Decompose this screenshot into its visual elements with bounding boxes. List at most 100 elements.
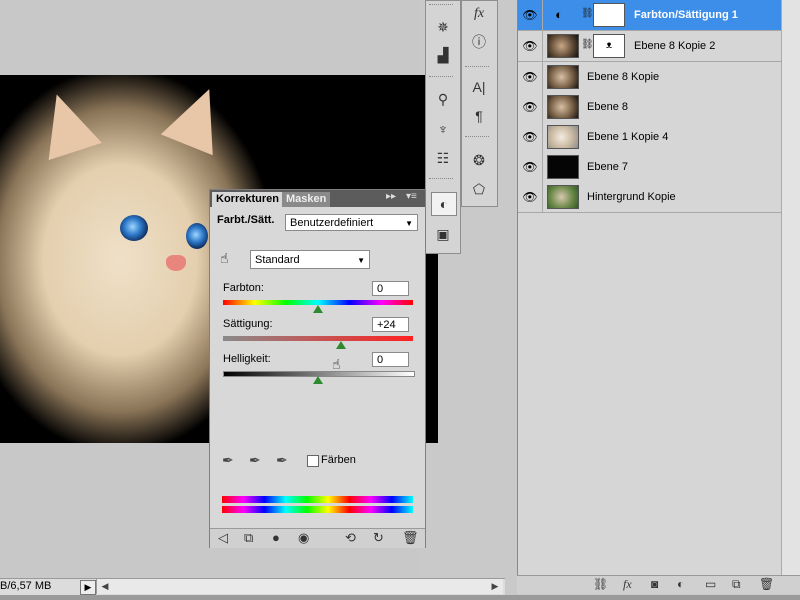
chevron-down-icon: ▼	[405, 219, 413, 228]
bottom-divider	[0, 595, 800, 600]
layer-row[interactable]: 👁 Ebene 8 Kopie	[518, 62, 781, 93]
layers-footer: ⛓ fx ◙ ◐ ▭ ⧉ 🗑	[517, 575, 800, 594]
navigator-icon[interactable]: ✵	[431, 16, 455, 38]
scroll-right-icon[interactable]: ▶	[489, 580, 501, 593]
scroll-left-icon[interactable]: ◀	[99, 580, 111, 593]
collapse-panel-icon[interactable]: ▸▸	[386, 191, 396, 202]
adjustment-title: Farbt./Sätt.	[217, 214, 275, 226]
colorize-checkbox[interactable]	[307, 455, 319, 467]
visibility-eye-icon[interactable]: 👁	[518, 62, 543, 92]
clip-layer-icon[interactable]: ●	[272, 530, 280, 545]
back-arrow-icon[interactable]: ◁	[218, 530, 228, 546]
character-icon[interactable]: A|	[467, 76, 491, 98]
dock-grip[interactable]	[465, 66, 489, 70]
kitten-nose	[166, 255, 186, 271]
lightness-slider-thumb[interactable]	[313, 376, 323, 384]
adjustments-tab-bar: Korrekturen Masken ▸▸ ▾≡	[210, 190, 425, 207]
targeted-adjustment-hand-icon[interactable]: ☝	[220, 250, 229, 267]
lightness-label: Helligkeit:	[223, 353, 271, 365]
saturation-slider-thumb[interactable]	[335, 341, 346, 349]
visibility-eye-icon[interactable]: 👁	[518, 0, 543, 30]
new-group-icon[interactable]: ▭	[705, 577, 716, 591]
saturation-value-field[interactable]: +24	[372, 317, 409, 332]
new-layer-icon[interactable]: ⧉	[732, 577, 741, 592]
info-icon[interactable]: ⓘ	[467, 31, 491, 53]
layer-row[interactable]: 👁 Ebene 7	[518, 152, 781, 183]
link-layers-icon[interactable]: ⛓	[593, 577, 608, 591]
layers-scrollbar[interactable]	[781, 0, 800, 578]
clone-source-icon[interactable]: ♆	[431, 118, 455, 140]
preset-dropdown[interactable]: Benutzerdefiniert ▼	[285, 214, 418, 231]
saturation-label: Sättigung:	[223, 318, 273, 330]
dock-grip[interactable]	[429, 76, 453, 80]
reset-icon[interactable]: ↻	[373, 530, 384, 546]
visibility-eye-icon[interactable]: ◉	[298, 530, 309, 546]
layer-thumbnail[interactable]	[547, 34, 579, 58]
masks-icon[interactable]: ▣	[431, 223, 455, 245]
paths-icon[interactable]: ⬠	[467, 178, 491, 200]
delete-layer-icon[interactable]: 🗑	[759, 577, 774, 591]
layer-row[interactable]: 👁 Ebene 1 Kopie 4	[518, 122, 781, 153]
layer-thumbnail[interactable]	[547, 185, 579, 209]
tool-presets-icon[interactable]: ☷	[431, 147, 455, 169]
layer-style-icon[interactable]: fx	[623, 577, 632, 592]
visibility-eye-icon[interactable]: 👁	[518, 152, 543, 182]
channels-icon[interactable]: ❂	[467, 149, 491, 171]
layer-name: Ebene 7	[587, 161, 628, 173]
colorize-label: Färben	[321, 454, 356, 466]
adjustments-panel: Korrekturen Masken ▸▸ ▾≡ Farbt./Sätt. Be…	[209, 189, 426, 548]
layer-mask-thumbnail[interactable]	[593, 3, 625, 27]
add-mask-icon[interactable]: ◙	[651, 577, 658, 591]
adjustment-layer-icon: ◐	[548, 3, 570, 27]
visibility-eye-icon[interactable]: 👁	[518, 182, 543, 212]
layer-mask-thumbnail[interactable]: ᴥ	[593, 34, 625, 58]
layer-name: Ebene 8 Kopie 2	[634, 40, 716, 52]
hue-value-field[interactable]: 0	[372, 281, 409, 296]
horizontal-scrollbar[interactable]: ◀ ▶	[96, 579, 503, 594]
visibility-eye-icon[interactable]: 👁	[518, 31, 543, 61]
layer-row[interactable]: 👁 ◐ ⛓ Farbton/Sättigung 1	[518, 0, 781, 31]
layer-row[interactable]: 👁 ⛓ ᴥ Ebene 8 Kopie 2	[518, 31, 781, 62]
tab-korrekturen[interactable]: Korrekturen	[212, 192, 283, 207]
channel-dropdown[interactable]: Standard ▼	[250, 250, 370, 269]
dock-grip[interactable]	[429, 4, 453, 8]
eyedropper-plus-icon[interactable]: ✒	[249, 452, 261, 469]
layer-name: Ebene 1 Kopie 4	[587, 131, 669, 143]
layer-row[interactable]: 👁 Hintergrund Kopie	[518, 182, 781, 213]
eyedropper-minus-icon[interactable]: ✒	[276, 452, 288, 469]
layer-name: Hintergrund Kopie	[587, 191, 676, 203]
hue-slider-thumb[interactable]	[313, 305, 323, 313]
paragraph-icon[interactable]: ¶	[467, 105, 491, 127]
dock-grip[interactable]	[465, 136, 489, 140]
visibility-eye-icon[interactable]: 👁	[518, 122, 543, 152]
hue-label: Farbton:	[223, 282, 264, 294]
status-menu-arrow-icon[interactable]: ▶	[80, 580, 96, 595]
layer-thumbnail[interactable]	[547, 125, 579, 149]
layer-name: Ebene 8 Kopie	[587, 71, 660, 83]
new-adjustment-layer-icon[interactable]: ◐	[677, 577, 684, 591]
layer-thumbnail[interactable]	[547, 95, 579, 119]
layers-panel: 👁 ◐ ⛓ Farbton/Sättigung 1 👁 ⛓ ᴥ Ebene 8 …	[517, 0, 800, 578]
tab-masken[interactable]: Masken	[282, 192, 331, 207]
expand-view-icon[interactable]: ⧉	[244, 530, 253, 546]
kitten-eye-right	[186, 223, 208, 249]
dock-grip[interactable]	[429, 178, 453, 182]
histogram-icon[interactable]: ▟	[431, 44, 455, 66]
saturation-slider[interactable]	[223, 336, 413, 341]
previous-state-icon[interactable]: ⟲	[345, 530, 356, 546]
eyedropper-icon[interactable]: ✒	[222, 452, 234, 469]
layer-thumbnail[interactable]	[547, 155, 579, 179]
layer-thumbnail[interactable]	[547, 65, 579, 89]
visibility-eye-icon[interactable]: 👁	[518, 92, 543, 122]
brushes-icon[interactable]: ⚲	[431, 88, 455, 110]
output-spectrum-bar	[222, 506, 413, 513]
trash-icon[interactable]: 🗑	[402, 530, 419, 546]
link-icon: ⛓	[581, 8, 594, 19]
layer-row[interactable]: 👁 Ebene 8	[518, 92, 781, 123]
layer-name: Ebene 8	[587, 101, 628, 113]
adjustments-icon[interactable]: ◐	[431, 192, 457, 216]
lightness-value-field[interactable]: 0	[372, 352, 409, 367]
panel-dock-column-2: fx ⓘ A| ¶ ❂ ⬠	[461, 0, 498, 207]
panel-menu-icon[interactable]: ▾≡	[406, 191, 417, 202]
styles-icon[interactable]: fx	[467, 3, 491, 25]
